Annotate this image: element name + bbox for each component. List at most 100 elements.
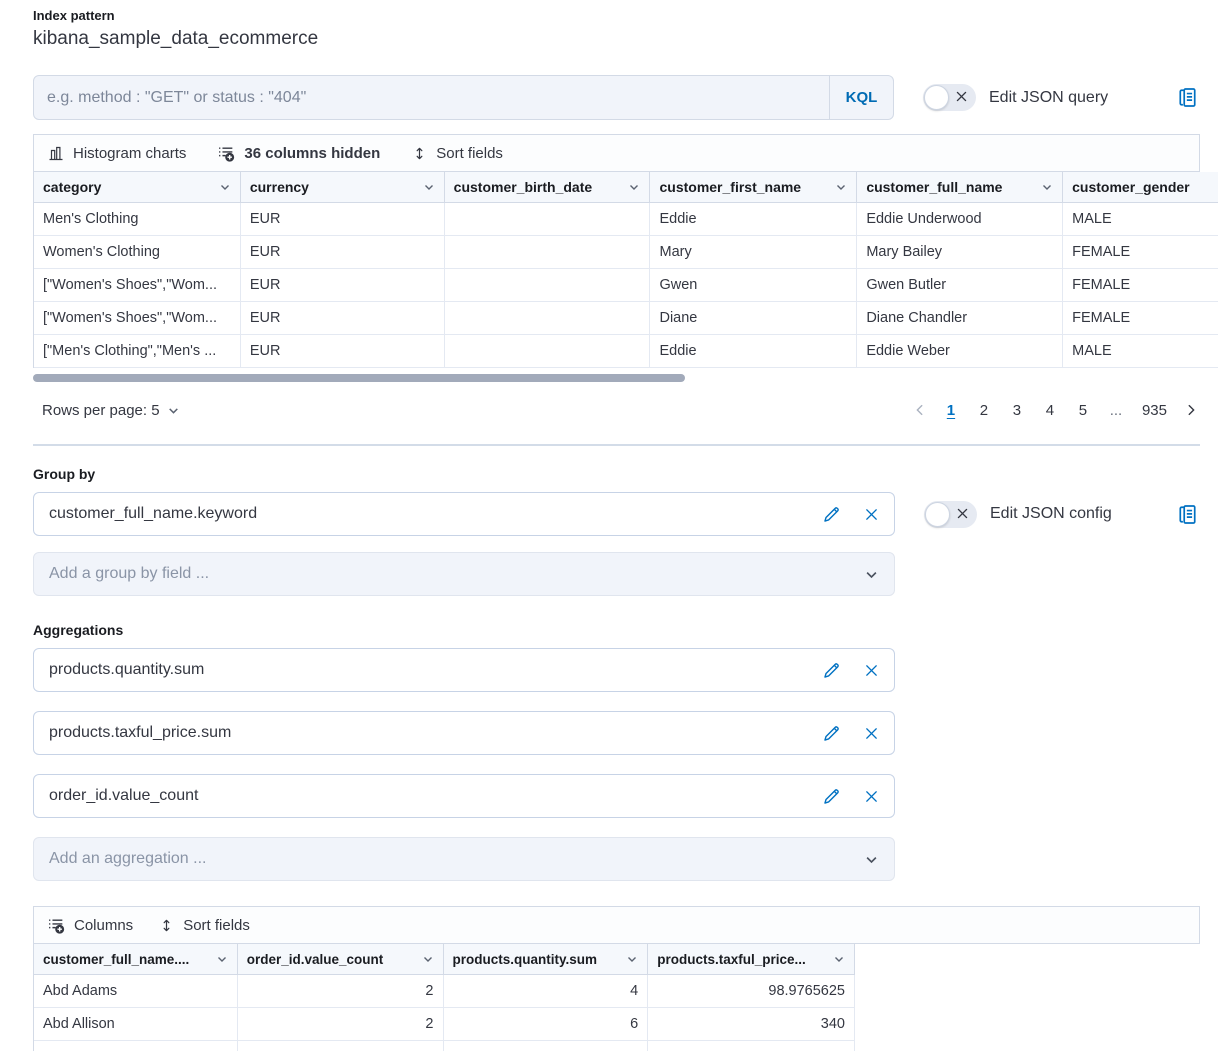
cell-customer-full-name: Gwen Butler (857, 269, 1063, 302)
aggregation-field[interactable]: products.quantity.sum (33, 648, 895, 692)
add-aggregation-select[interactable]: Add an aggregation ... (33, 837, 895, 881)
column-header-category[interactable]: category (34, 172, 241, 203)
table-row: Abd Adams 2 4 98.9765625 (34, 975, 855, 1008)
column-header-customer-first-name[interactable]: customer_first_name (650, 172, 857, 203)
column-header-currency[interactable]: currency (241, 172, 445, 203)
column-header-customer-birth-date[interactable]: customer_birth_date (445, 172, 651, 203)
column-header-customer-gender[interactable]: customer_gender (1063, 172, 1218, 203)
remove-x-icon[interactable] (864, 789, 879, 804)
columns-hidden-label: 36 columns hidden (244, 145, 380, 162)
remove-x-icon[interactable] (864, 507, 879, 522)
edit-pencil-icon[interactable] (822, 724, 841, 743)
grid2-toolbar: Columns Sort fields (33, 906, 1200, 944)
cell-customer-first-name: Mary (650, 236, 857, 269)
page-button-2[interactable]: 2 (973, 399, 995, 422)
cell-quantity-sum: 6 (444, 1008, 649, 1041)
kql-search-input[interactable]: e.g. method : "GET" or status : "404" KQ… (33, 75, 894, 120)
column-header-products-quantity-sum[interactable]: products.quantity.sum (444, 944, 649, 975)
chevron-down-icon[interactable] (628, 181, 640, 193)
edit-json-query-label: Edit JSON query (989, 89, 1108, 107)
cell-customer-birth-date (445, 269, 651, 302)
aggregation-field[interactable]: products.taxful_price.sum (33, 711, 895, 755)
page-button-1[interactable]: 1 (940, 399, 962, 422)
chevron-down-icon[interactable] (626, 953, 638, 965)
kql-language-button[interactable]: KQL (829, 76, 893, 119)
cell-taxful-price-sum: 340 (648, 1008, 855, 1041)
cell-customer-gender: FEMALE (1063, 236, 1218, 269)
group-by-field[interactable]: customer_full_name.keyword (33, 492, 895, 536)
remove-x-icon[interactable] (864, 726, 879, 741)
aggregation-row: products.taxful_price.sum (33, 711, 1200, 755)
column-header-order-id-value-count[interactable]: order_id.value_count (238, 944, 444, 975)
chevron-down-icon[interactable] (423, 181, 435, 193)
horizontal-scrollbar (33, 374, 1218, 382)
edit-json-config-toggle[interactable] (924, 501, 977, 528)
edit-pencil-icon[interactable] (822, 787, 841, 806)
histogram-charts-button[interactable]: Histogram charts (48, 145, 186, 162)
chevron-down-icon (864, 567, 879, 582)
aggregation-row: order_id.value_count (33, 774, 1200, 818)
copy-json-query-icon[interactable] (1177, 87, 1198, 108)
chevron-down-icon (864, 852, 879, 867)
cell-currency: EUR (241, 302, 445, 335)
table-row: ["Men's Clothing","Men's ... EUR Eddie E… (34, 335, 1218, 368)
cell-customer-full-name (34, 1041, 238, 1051)
cell-customer-full-name: Eddie Underwood (857, 203, 1063, 236)
sort-fields-button[interactable]: Sort fields (412, 145, 503, 162)
table-row: ["Women's Shoes","Wom... EUR Gwen Gwen B… (34, 269, 1218, 302)
chevron-down-icon[interactable] (219, 181, 231, 193)
page-button-3[interactable]: 3 (1006, 399, 1028, 422)
next-page-icon[interactable] (1182, 403, 1200, 417)
previous-page-icon[interactable] (911, 403, 929, 417)
cell-order-count: 2 (238, 1008, 444, 1041)
edit-pencil-icon[interactable] (822, 661, 841, 680)
scrollbar-thumb[interactable] (33, 374, 685, 382)
table-row: ["Women's Shoes","Wom... EUR Diane Diane… (34, 302, 1218, 335)
sort-fields-button[interactable]: Sort fields (159, 917, 250, 934)
columns-button[interactable]: Columns (48, 917, 133, 934)
add-group-by-select[interactable]: Add a group by field ... (33, 552, 895, 596)
aggregations-label: Aggregations (33, 622, 1200, 638)
copy-json-config-icon[interactable] (1177, 504, 1198, 525)
section-divider (33, 444, 1200, 446)
column-header-customer-full-name-keyword[interactable]: customer_full_name.... (34, 944, 238, 975)
edit-pencil-icon[interactable] (822, 505, 841, 524)
cell-category: ["Men's Clothing","Men's ... (34, 335, 241, 368)
column-header-customer-full-name[interactable]: customer_full_name (857, 172, 1063, 203)
page-button-5[interactable]: 5 (1072, 399, 1094, 422)
cell-order-count (238, 1041, 444, 1051)
pagination-ellipsis: ... (1105, 399, 1127, 422)
aggregation-field[interactable]: order_id.value_count (33, 774, 895, 818)
cell-customer-birth-date (445, 203, 651, 236)
columns-hidden-button[interactable]: 36 columns hidden (218, 145, 380, 162)
chevron-down-icon[interactable] (422, 953, 434, 965)
chevron-down-icon[interactable] (835, 181, 847, 193)
sort-icon (159, 918, 174, 933)
remove-x-icon[interactable] (864, 663, 879, 678)
page-button-935[interactable]: 935 (1138, 399, 1171, 422)
column-header-products-taxful-price[interactable]: products.taxful_price... (648, 944, 855, 975)
toggle-knob (924, 85, 949, 110)
cell-customer-first-name: Eddie (650, 335, 857, 368)
cell-customer-gender: MALE (1063, 203, 1218, 236)
histogram-icon (48, 145, 64, 161)
pagination-row: Rows per page: 5 1 2 3 4 5 ... 935 (33, 392, 1200, 428)
cell-category: ["Women's Shoes","Wom... (34, 269, 241, 302)
grid2-header-row: customer_full_name.... order_id.value_co… (34, 944, 855, 975)
chevron-down-icon (167, 404, 180, 417)
chevron-down-icon[interactable] (833, 953, 845, 965)
cell-customer-birth-date (445, 302, 651, 335)
cell-category: Men's Clothing (34, 203, 241, 236)
add-aggregation-placeholder: Add an aggregation ... (49, 850, 206, 868)
grid1-header-row: category currency customer_birth_date cu… (34, 172, 1218, 203)
histogram-charts-label: Histogram charts (73, 145, 186, 162)
search-placeholder: e.g. method : "GET" or status : "404" (34, 89, 829, 107)
cell-currency: EUR (241, 335, 445, 368)
add-group-by-placeholder: Add a group by field ... (49, 565, 209, 583)
edit-json-query-toggle[interactable] (923, 84, 976, 111)
rows-per-page-dropdown[interactable]: Rows per page: 5 (33, 402, 180, 419)
page-button-4[interactable]: 4 (1039, 399, 1061, 422)
chevron-down-icon[interactable] (1041, 181, 1053, 193)
cell-category: Women's Clothing (34, 236, 241, 269)
chevron-down-icon[interactable] (216, 953, 228, 965)
